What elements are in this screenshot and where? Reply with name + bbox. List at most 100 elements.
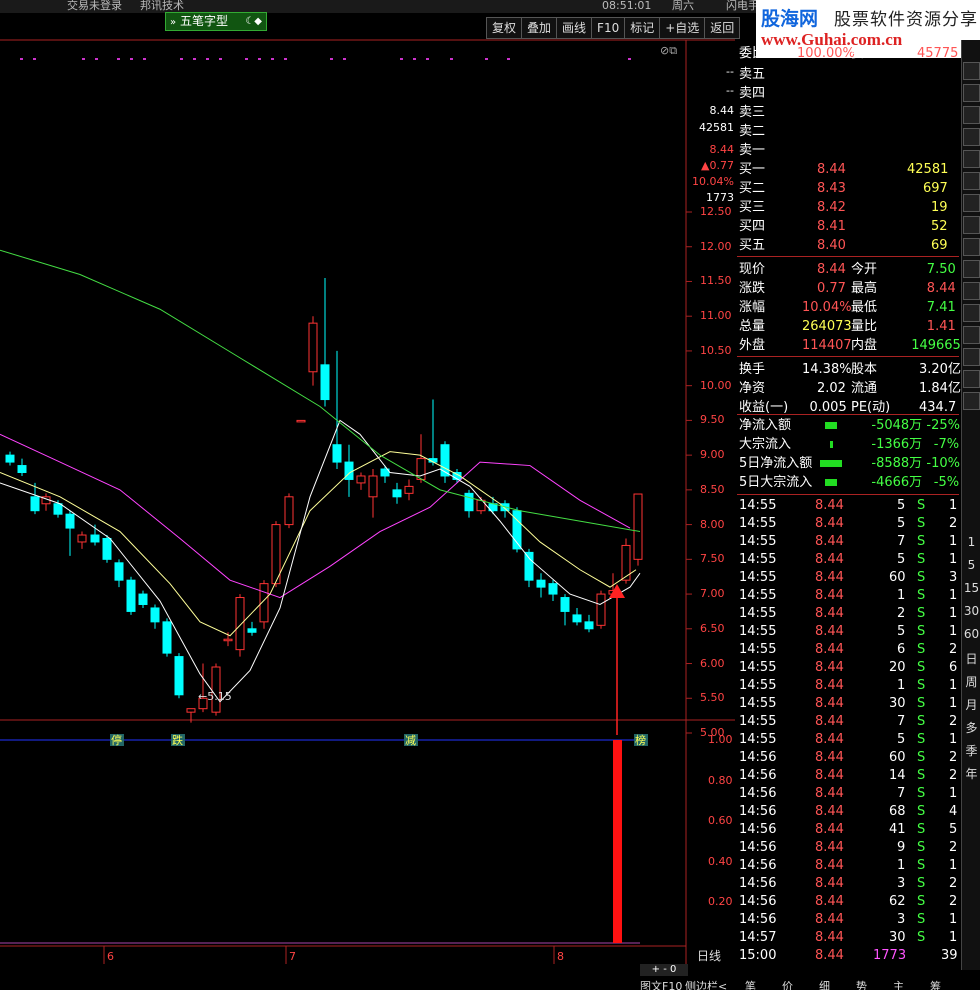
sidebar-period[interactable]: 1 <box>963 535 980 549</box>
reset-button[interactable]: 0 <box>670 964 676 975</box>
tick-count: 1 <box>949 588 958 603</box>
cycle-icon[interactable] <box>963 282 980 300</box>
tick-count: 2 <box>949 642 958 657</box>
x-label: 7 <box>289 950 296 963</box>
quote-value: 149665 <box>911 338 961 353</box>
right-tab[interactable]: 笔 <box>745 978 756 990</box>
sell-row: 卖五 <box>737 65 959 84</box>
f10-icon[interactable] <box>963 216 980 234</box>
flow-label: 大宗流入 <box>739 437 792 452</box>
tick-volume: 1773 <box>873 948 907 963</box>
divider <box>737 414 959 415</box>
tick-time: 14:55 <box>739 624 777 639</box>
sidebar-period[interactable]: 年 <box>963 765 980 782</box>
quote-label: 今开 <box>851 262 878 277</box>
tick-row: 14:56 8.44 14 S 2 <box>737 766 959 785</box>
flow-pct: -10% <box>926 456 960 471</box>
right-tab[interactable]: 细 <box>819 978 830 990</box>
tick-volume: 2 <box>897 606 906 621</box>
sidebar-period[interactable]: 月 <box>963 696 980 713</box>
zoom-in-button[interactable]: + <box>652 964 660 975</box>
divider <box>737 256 959 257</box>
quote-row: 涨幅 10.04% 最低 7.41 <box>737 298 959 317</box>
price-tick: 10.00 <box>700 378 732 392</box>
signal-dot <box>507 58 510 60</box>
table-icon[interactable] <box>963 106 980 124</box>
quote-value: 8.44 <box>817 262 846 277</box>
link-icon[interactable] <box>963 392 980 410</box>
chart-icon[interactable] <box>963 304 980 322</box>
kline-icon[interactable] <box>963 150 980 168</box>
draw-icon[interactable] <box>963 370 980 388</box>
sidebar-period[interactable]: 日 <box>963 650 980 667</box>
candle-body <box>633 493 643 560</box>
sidebar-period[interactable]: 多 <box>963 719 980 736</box>
tick-volume: 1 <box>897 858 906 873</box>
sidebar-period[interactable]: 5 <box>963 558 980 572</box>
tick-side: S <box>917 552 926 567</box>
right-tab[interactable]: 势 <box>856 978 867 990</box>
sidebar-period[interactable]: 15 <box>963 581 980 595</box>
right-tab[interactable]: 价 <box>782 978 793 990</box>
orderbook-label: 委差 <box>851 46 878 61</box>
flow-value: -5048万 <box>871 418 923 433</box>
quote-row: 换手 14.38% 股本 3.20亿 <box>737 360 961 379</box>
candle-body <box>77 534 87 543</box>
settings-icon[interactable]: ⊘⧉ <box>660 44 677 57</box>
tick-count: 1 <box>949 732 958 747</box>
signal-dot <box>284 58 287 60</box>
orderbook-value: 100.00% <box>797 46 855 61</box>
tick-side: S <box>917 822 926 837</box>
sidebar-period[interactable]: 周 <box>963 673 980 690</box>
f10-icon[interactable] <box>963 194 980 212</box>
buy-level-label: 买四 <box>739 219 766 234</box>
fiz-icon[interactable] <box>963 238 980 256</box>
right-tab[interactable]: 筹 <box>930 978 941 990</box>
bottom-tab-sidebar[interactable]: 侧边栏< <box>685 978 727 990</box>
tick-count: 2 <box>949 894 958 909</box>
chart-icon[interactable] <box>963 84 980 102</box>
price-tick: 7.00 <box>700 587 725 601</box>
tick-price: 8.44 <box>815 732 844 747</box>
signal-dot <box>413 58 416 60</box>
tick-price: 8.44 <box>815 498 844 513</box>
scroll-controls[interactable]: + - 0 <box>640 964 688 976</box>
tick-side: S <box>917 768 926 783</box>
buy-level-label: 买三 <box>739 200 766 215</box>
sidebar-period[interactable]: 30 <box>963 604 980 618</box>
buy-row: 买五 8.40 69 <box>737 236 959 255</box>
candle-body <box>392 489 402 498</box>
signal-badge: 减 <box>405 734 416 747</box>
tick-row: 14:56 8.44 3 S 1 <box>737 910 959 929</box>
move-icon[interactable] <box>963 348 980 366</box>
tick-volume: 5 <box>897 732 906 747</box>
arrow-down-icon[interactable] <box>963 62 980 80</box>
tick-price: 8.44 <box>815 876 844 891</box>
bottom-tab-f10[interactable]: 图文F10 <box>640 978 682 990</box>
candle-body <box>17 465 27 474</box>
right-tab[interactable]: 主 <box>893 978 904 990</box>
rsi-icon[interactable] <box>963 326 980 344</box>
tick-count: 1 <box>949 624 958 639</box>
flow-pct: -7% <box>933 437 960 452</box>
tick-volume: 6 <box>897 642 906 657</box>
quote-value: 1.41 <box>926 319 956 334</box>
period-label[interactable]: 日线 <box>697 947 721 964</box>
tick-row: 14:55 8.44 6 S 2 <box>737 640 959 659</box>
sidebar-period[interactable]: 60 <box>963 627 980 641</box>
chart-canvas[interactable]: 6 7 8 ←5.15 停 跌 减 榜 ⊘⧉ <box>0 0 735 964</box>
signal-dot <box>450 58 453 60</box>
tick-volume: 41 <box>889 822 906 837</box>
tick-row: 14:55 8.44 5 S 2 <box>737 514 959 533</box>
signal-dot <box>143 58 146 60</box>
sidebar-period[interactable]: 季 <box>963 742 980 759</box>
tick-side: S <box>917 750 926 765</box>
tick-count: 5 <box>949 822 958 837</box>
signal-dot <box>426 58 429 60</box>
tick-count: 1 <box>949 606 958 621</box>
min-icon[interactable] <box>963 260 980 278</box>
line-icon[interactable] <box>963 128 980 146</box>
candle-body <box>174 656 184 696</box>
kline-icon[interactable] <box>963 172 980 190</box>
zoom-out-button[interactable]: - <box>663 964 667 975</box>
